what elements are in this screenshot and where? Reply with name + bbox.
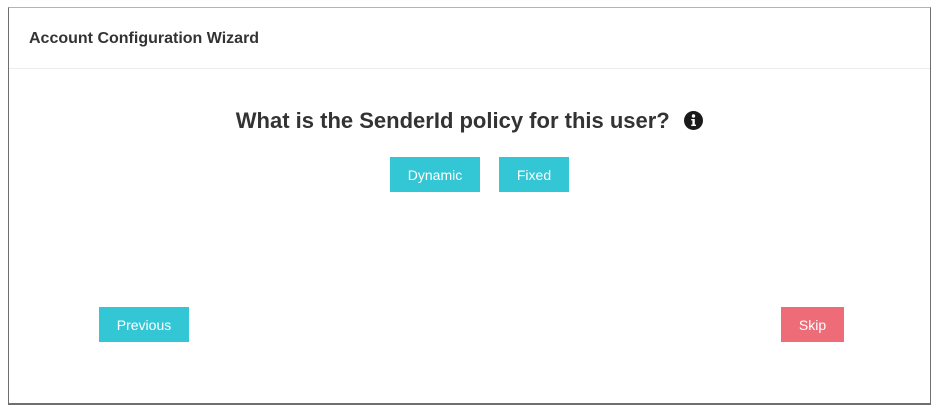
wizard-header: Account Configuration Wizard <box>9 8 930 69</box>
info-circle-icon[interactable] <box>684 110 704 130</box>
skip-button[interactable]: Skip <box>781 307 844 342</box>
wizard-panel: Account Configuration Wizard What is the… <box>8 7 931 405</box>
previous-button[interactable]: Previous <box>99 307 189 342</box>
wizard-title: Account Configuration Wizard <box>29 30 260 47</box>
dynamic-button[interactable]: Dynamic <box>390 157 480 192</box>
question-text: What is the SenderId policy for this use… <box>235 108 670 133</box>
fixed-button[interactable]: Fixed <box>499 157 569 192</box>
question-row: What is the SenderId policy for this use… <box>9 108 930 136</box>
